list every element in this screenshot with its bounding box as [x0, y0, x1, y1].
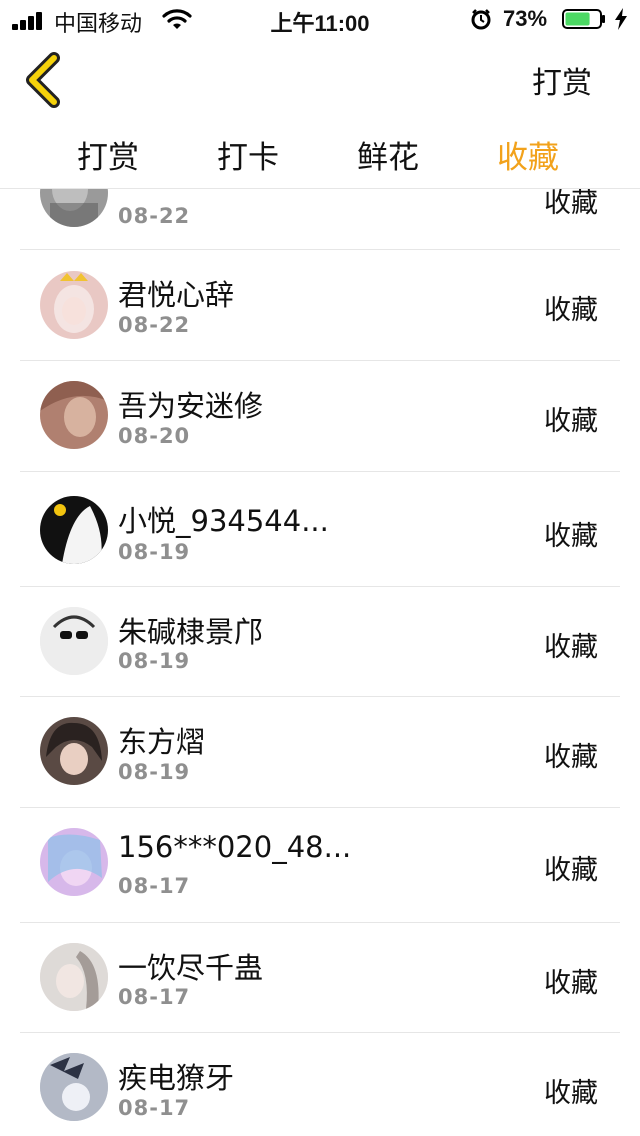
list-item[interactable]: 疾电獠牙 08-17 收藏 — [20, 1033, 620, 1136]
item-date: 08-17 — [118, 985, 191, 1009]
item-date: 08-19 — [118, 540, 191, 564]
item-date: 08-19 — [118, 760, 191, 784]
avatar — [40, 271, 108, 339]
user-name: 156***020_48... — [118, 830, 352, 864]
tab-flowers[interactable]: 鲜花 — [328, 132, 448, 177]
favorites-list: 08-22 收藏 君悦心辞 08-22 收藏 吾为安迷修 08-20 收藏 小悦… — [0, 189, 640, 1136]
tab-favorites[interactable]: 收藏 — [468, 132, 588, 177]
item-date: 08-17 — [118, 1096, 191, 1120]
avatar — [40, 1053, 108, 1121]
favorite-action-label: 收藏 — [544, 1078, 598, 1109]
item-date: 08-17 — [118, 874, 191, 898]
list-item[interactable]: 吾为安迷修 08-20 收藏 — [20, 361, 620, 472]
avatar — [40, 496, 108, 564]
favorite-action-label: 收藏 — [544, 968, 598, 999]
tab-checkin[interactable]: 打卡 — [188, 132, 308, 177]
favorite-action-label: 收藏 — [544, 632, 598, 663]
list-item[interactable]: 君悦心辞 08-22 收藏 — [20, 250, 620, 361]
avatar — [40, 607, 108, 675]
user-name: 朱碱棣景邝 — [118, 615, 264, 649]
avatar — [40, 717, 108, 785]
avatar — [40, 381, 108, 449]
chevron-left-icon[interactable] — [20, 50, 68, 110]
user-name: 东方熠 — [118, 725, 206, 759]
user-name: 君悦心辞 — [118, 278, 235, 312]
user-name: 小悦_934544... — [118, 504, 329, 538]
item-date: 08-22 — [118, 313, 191, 337]
battery-percent: 73% — [503, 6, 548, 31]
charging-bolt-icon — [615, 8, 627, 30]
back-button[interactable] — [20, 50, 68, 110]
list-item[interactable]: 一饮尽千蛊 08-17 收藏 — [20, 923, 620, 1033]
tab-bar: 打赏 打卡 鲜花 收藏 — [0, 120, 640, 189]
user-name: 吾为安迷修 — [118, 389, 264, 423]
list-item[interactable]: 08-22 收藏 — [20, 189, 620, 250]
reward-button[interactable]: 打赏 — [532, 58, 592, 102]
list-item[interactable]: 156***020_48... 08-17 收藏 — [20, 808, 620, 923]
tab-reward[interactable]: 打赏 — [48, 132, 168, 177]
avatar — [40, 828, 108, 896]
favorite-action-label: 收藏 — [544, 406, 598, 437]
alarm-icon — [471, 9, 491, 30]
status-bar: 中国移动 上午11:00 73% — [0, 0, 640, 40]
user-name: 疾电獠牙 — [118, 1061, 235, 1095]
item-date: 08-19 — [118, 649, 191, 673]
list-item[interactable]: 小悦_934544... 08-19 收藏 — [20, 472, 620, 587]
list-item[interactable]: 朱碱棣景邝 08-19 收藏 — [20, 587, 620, 697]
avatar — [40, 943, 108, 1011]
favorite-action-label: 收藏 — [544, 295, 598, 326]
avatar — [40, 189, 108, 227]
favorite-action-label: 收藏 — [544, 189, 598, 219]
list-item[interactable]: 东方熠 08-19 收藏 — [20, 697, 620, 808]
user-name: 一饮尽千蛊 — [118, 951, 264, 985]
battery-icon — [562, 9, 605, 29]
item-date: 08-20 — [118, 424, 191, 448]
favorite-action-label: 收藏 — [544, 742, 598, 773]
favorite-action-label: 收藏 — [544, 855, 598, 886]
favorite-action-label: 收藏 — [544, 521, 598, 552]
nav-bar: 打赏 — [0, 40, 640, 120]
item-date: 08-22 — [118, 204, 191, 228]
